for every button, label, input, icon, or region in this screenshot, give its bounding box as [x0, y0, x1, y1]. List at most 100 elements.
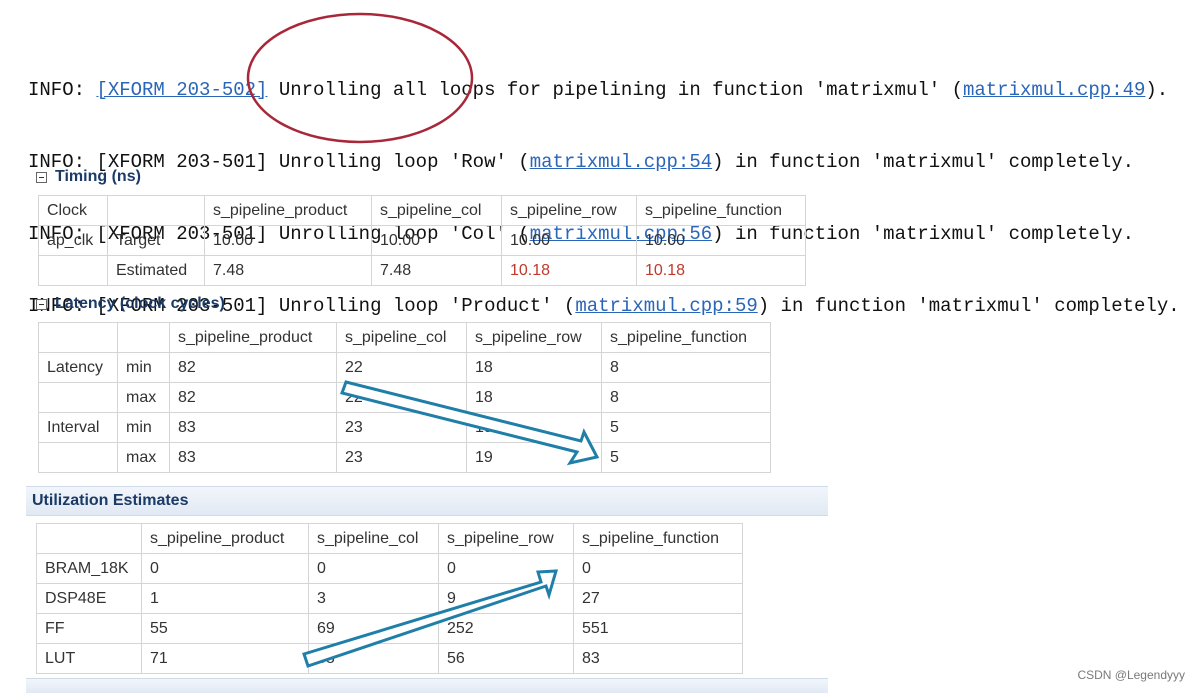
- table-cell: max: [117, 382, 170, 413]
- source-link[interactable]: matrixmul.cpp:49: [963, 79, 1145, 101]
- table-cell: 7.48: [371, 255, 502, 286]
- table-row: max 83 23 19 5: [38, 442, 771, 473]
- table-cell: 10.00: [636, 225, 806, 256]
- table-cell: LUT: [36, 643, 142, 674]
- table-header-cell: s_pipeline_row: [501, 195, 637, 226]
- timing-violation-value: 10.18: [501, 255, 637, 286]
- source-link[interactable]: matrixmul.cpp:59: [575, 295, 757, 317]
- table-cell: 18: [466, 382, 602, 413]
- table-cell: 19: [466, 412, 602, 443]
- table-cell: 27: [573, 583, 743, 614]
- table-header-cell: [117, 322, 170, 353]
- latency-section-header[interactable]: Latency (clock cycles): [36, 295, 225, 313]
- source-link[interactable]: matrixmul.cpp:54: [530, 151, 712, 173]
- table-cell: 83: [169, 412, 337, 443]
- console-line: INFO: [XFORM 203-502] Unrolling all loop…: [28, 79, 1169, 101]
- table-header-cell: s_pipeline_col: [371, 195, 502, 226]
- table-header-cell: s_pipeline_col: [308, 523, 439, 554]
- table-cell: Latency: [38, 352, 118, 383]
- table-header-cell: [107, 195, 205, 226]
- table-cell: 1: [141, 583, 309, 614]
- table-header-row: s_pipeline_product s_pipeline_col s_pipe…: [36, 523, 743, 554]
- timing-title: Timing (ns): [55, 168, 141, 185]
- table-cell: 56: [438, 643, 574, 674]
- table-cell: 18: [466, 352, 602, 383]
- table-cell: [38, 382, 118, 413]
- table-cell: Interval: [38, 412, 118, 443]
- table-cell: 55: [141, 613, 309, 644]
- table-cell: 0: [573, 553, 743, 584]
- table-cell: [38, 442, 118, 473]
- table-row: Estimated 7.48 7.48 10.18 10.18: [38, 255, 806, 286]
- table-row: Interval min 83 23 19 5: [38, 412, 771, 443]
- table-cell: 0: [141, 553, 309, 584]
- table-cell: 23: [336, 442, 467, 473]
- collapse-icon[interactable]: [36, 298, 47, 310]
- timing-violation-value: 10.18: [636, 255, 806, 286]
- table-row: max 82 22 18 8: [38, 382, 771, 413]
- table-cell: BRAM_18K: [36, 553, 142, 584]
- table-cell: Target: [107, 225, 205, 256]
- table-header-cell: s_pipeline_product: [141, 523, 309, 554]
- table-cell: 22: [336, 382, 467, 413]
- table-cell: 8: [601, 382, 771, 413]
- table-header-cell: s_pipeline_function: [573, 523, 743, 554]
- table-header-row: s_pipeline_product s_pipeline_col s_pipe…: [38, 322, 771, 353]
- table-cell: [38, 255, 108, 286]
- table-header-cell: [36, 523, 142, 554]
- table-header-cell: s_pipeline_row: [438, 523, 574, 554]
- table-cell: DSP48E: [36, 583, 142, 614]
- table-cell: 5: [601, 442, 771, 473]
- table-cell: 0: [308, 553, 439, 584]
- table-cell: 71: [141, 643, 309, 674]
- table-cell: 10.00: [371, 225, 502, 256]
- console-line: INFO: [XFORM 203-501] Unrolling loop 'Ro…: [28, 151, 1135, 173]
- table-cell: 7.48: [204, 255, 372, 286]
- table-cell: 68: [308, 643, 439, 674]
- table-row: FF 55 69 252 551: [36, 613, 743, 644]
- table-cell: Estimated: [107, 255, 205, 286]
- table-cell: 9: [438, 583, 574, 614]
- table-header-cell: s_pipeline_product: [204, 195, 372, 226]
- table-cell: 83: [573, 643, 743, 674]
- table-row: LUT 71 68 56 83: [36, 643, 743, 674]
- table-row: BRAM_18K 0 0 0 0: [36, 553, 743, 584]
- table-cell: 22: [336, 352, 467, 383]
- table-header-cell: s_pipeline_function: [636, 195, 806, 226]
- latency-table: s_pipeline_product s_pipeline_col s_pipe…: [38, 322, 771, 473]
- table-cell: 83: [169, 442, 337, 473]
- table-cell: 69: [308, 613, 439, 644]
- table-header-cell: s_pipeline_col: [336, 322, 467, 353]
- timing-section-header[interactable]: Timing (ns): [36, 168, 141, 186]
- table-cell: min: [117, 412, 170, 443]
- table-cell: 551: [573, 613, 743, 644]
- table-cell: 0: [438, 553, 574, 584]
- section-footer: [26, 678, 828, 693]
- latency-title: Latency (clock cycles): [55, 295, 225, 312]
- table-header-row: Clock s_pipeline_product s_pipeline_col …: [38, 195, 806, 226]
- message-id-link[interactable]: [XFORM 203-502]: [96, 79, 267, 101]
- table-header-cell: s_pipeline_function: [601, 322, 771, 353]
- table-cell: FF: [36, 613, 142, 644]
- table-cell: 19: [466, 442, 602, 473]
- table-header-cell: [38, 322, 118, 353]
- table-cell: 10.00: [501, 225, 637, 256]
- table-cell: max: [117, 442, 170, 473]
- table-cell: 5: [601, 412, 771, 443]
- table-cell: 23: [336, 412, 467, 443]
- table-cell: 82: [169, 352, 337, 383]
- table-header-cell: s_pipeline_row: [466, 322, 602, 353]
- table-cell: 252: [438, 613, 574, 644]
- utilization-table: s_pipeline_product s_pipeline_col s_pipe…: [36, 523, 743, 674]
- collapse-icon[interactable]: [36, 171, 47, 183]
- table-header-cell: Clock: [38, 195, 108, 226]
- table-row: Latency min 82 22 18 8: [38, 352, 771, 383]
- table-header-cell: s_pipeline_product: [169, 322, 337, 353]
- utilization-title: Utilization Estimates: [32, 492, 189, 509]
- table-cell: 3: [308, 583, 439, 614]
- watermark: CSDN @Legendyyy: [1077, 668, 1185, 682]
- table-row: DSP48E 1 3 9 27: [36, 583, 743, 614]
- table-cell: ap_clk: [38, 225, 108, 256]
- table-cell: 8: [601, 352, 771, 383]
- utilization-section-header[interactable]: Utilization Estimates: [26, 486, 828, 516]
